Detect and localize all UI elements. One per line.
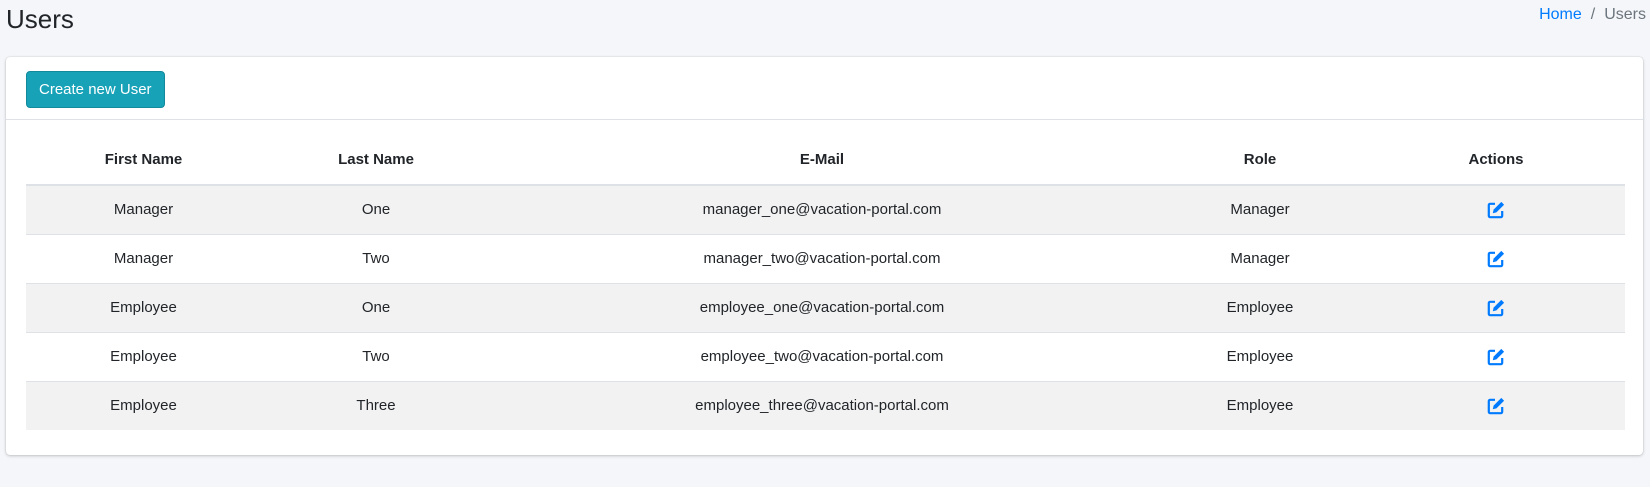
breadcrumb-home-link[interactable]: Home: [1539, 5, 1582, 25]
column-header-last-name: Last Name: [261, 135, 491, 186]
cell-first-name: Manager: [113, 201, 174, 219]
edit-icon[interactable]: [1487, 201, 1505, 219]
cell-last-name: One: [361, 201, 391, 219]
cell-role: Employee: [1153, 331, 1367, 381]
table-row: Manager One manager_one@vacation-portal.…: [26, 185, 1625, 234]
table-row: Employee Two employee_two@vacation-porta…: [26, 331, 1625, 381]
column-header-first-name: First Name: [26, 135, 261, 186]
edit-icon[interactable]: [1487, 348, 1505, 366]
table-row: Employee Three employee_three@vacation-p…: [26, 380, 1625, 430]
breadcrumb-separator: /: [1590, 6, 1596, 23]
cell-email: manager_two@vacation-portal.com: [491, 233, 1153, 283]
cell-last-name: Two: [261, 233, 491, 283]
content-header: Users Home / Users: [0, 0, 1650, 50]
cell-first-name: Employee: [26, 282, 261, 332]
users-card: Create new User First Name Last Name E-M…: [6, 57, 1643, 455]
cell-actions: [1367, 233, 1625, 283]
edit-icon[interactable]: [1487, 250, 1505, 268]
edit-icon[interactable]: [1487, 397, 1505, 415]
cell-email: employee_one@vacation-portal.com: [491, 282, 1153, 332]
cell-actions: [1367, 380, 1625, 430]
cell-actions: [1367, 185, 1625, 234]
table-row: Manager Two manager_two@vacation-portal.…: [26, 233, 1625, 283]
cell-last-name: Two: [261, 331, 491, 381]
breadcrumb-current: Users: [1604, 6, 1646, 23]
cell-first-name: Employee: [26, 380, 261, 430]
cell-first-name: Manager: [26, 233, 261, 283]
cell-last-name: One: [261, 282, 491, 332]
card-header: Create new User: [6, 57, 1643, 120]
page-title: Users: [6, 4, 74, 34]
edit-icon[interactable]: [1487, 299, 1505, 317]
table-row: Employee One employee_one@vacation-porta…: [26, 282, 1625, 332]
column-header-actions: Actions: [1367, 135, 1625, 186]
cell-last-name: Three: [261, 380, 491, 430]
column-header-email: E-Mail: [491, 135, 1153, 186]
users-table: First Name Last Name E-Mail Role Actions…: [26, 135, 1625, 430]
cell-actions: [1367, 331, 1625, 381]
cell-email: manager_one@vacation-portal.com: [702, 201, 942, 219]
card-body: First Name Last Name E-Mail Role Actions…: [26, 135, 1625, 430]
cell-role: Employee: [1153, 282, 1367, 332]
breadcrumb: Home / Users: [1539, 5, 1646, 25]
cell-role: Employee: [1153, 380, 1367, 430]
cell-email: employee_two@vacation-portal.com: [491, 331, 1153, 381]
table-header-row: First Name Last Name E-Mail Role Actions: [26, 135, 1625, 186]
cell-email: employee_three@vacation-portal.com: [491, 380, 1153, 430]
cell-role: Manager: [1153, 233, 1367, 283]
cell-role: Manager: [1230, 201, 1290, 219]
create-user-button[interactable]: Create new User: [26, 71, 165, 108]
cell-first-name: Employee: [26, 331, 261, 381]
column-header-role: Role: [1153, 135, 1367, 186]
table-body: Manager One manager_one@vacation-portal.…: [26, 185, 1625, 430]
cell-actions: [1367, 282, 1625, 332]
